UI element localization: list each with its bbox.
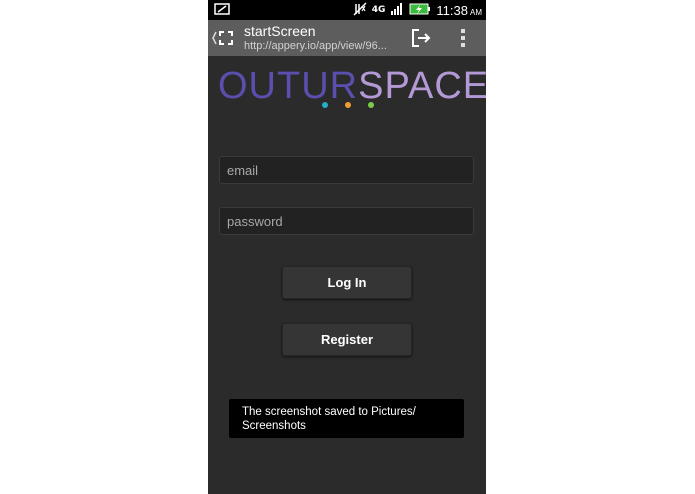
logo-dot-orange xyxy=(345,102,351,108)
status-bar: 4G 11:38 AM xyxy=(208,0,486,20)
password-input[interactable] xyxy=(219,207,474,235)
overflow-menu-icon[interactable] xyxy=(459,28,467,52)
vibrate-off-icon xyxy=(353,2,367,19)
logo-dots xyxy=(208,100,486,110)
login-button-label: Log In xyxy=(327,275,367,290)
logo-dot-teal xyxy=(322,102,328,108)
signal-icon xyxy=(390,3,404,18)
login-button[interactable]: Log In xyxy=(282,266,412,299)
logo-dot-green xyxy=(368,102,374,108)
phone-screen: 4G 11:38 AM startScreen http://appery.io… xyxy=(208,0,486,494)
screenshot-icon xyxy=(214,3,230,18)
url-text[interactable]: http://appery.io/app/view/96... xyxy=(244,40,387,52)
browser-url-bar[interactable]: startScreen http://appery.io/app/view/96… xyxy=(208,20,486,56)
page-title: startScreen xyxy=(244,23,316,39)
fullscreen-bracket-icon[interactable] xyxy=(212,28,236,52)
lte-label: 4G xyxy=(371,5,386,15)
toast-line1: The screenshot saved to Pictures/ xyxy=(242,406,416,418)
status-time: 11:38 AM xyxy=(436,3,482,18)
screenshot-saved-toast: The screenshot saved to Pictures/ Screen… xyxy=(229,399,464,438)
toast-line2: Screenshots xyxy=(242,420,306,432)
time-value: 11:38 xyxy=(436,3,468,18)
register-button-label: Register xyxy=(320,332,374,347)
share-exit-icon[interactable] xyxy=(410,27,432,53)
time-ampm: AM xyxy=(470,8,482,17)
battery-charging-icon xyxy=(409,3,431,18)
lte-4g-icon: 4G xyxy=(372,6,386,15)
email-input[interactable] xyxy=(219,156,474,184)
register-button[interactable]: Register xyxy=(282,323,412,356)
